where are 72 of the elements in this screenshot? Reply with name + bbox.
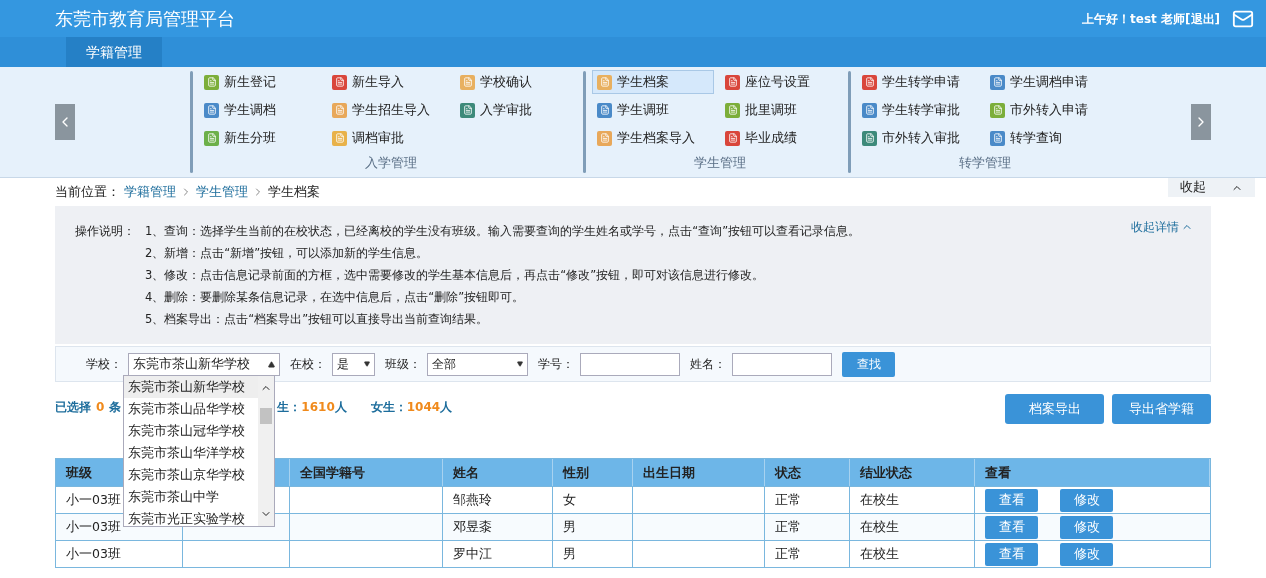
collapse-details-link[interactable]: 收起详情: [1131, 218, 1193, 236]
instruction-line: 3、修改：点击信息记录前面的方框，选中需要修改的学生基本信息后，再点击“修改”按钮，即可对该信息进行修改。: [145, 267, 766, 284]
in-school-label: 在校：: [290, 356, 326, 373]
breadcrumb-link[interactable]: 学生管理: [196, 182, 248, 202]
school-option[interactable]: 东莞市茶山冠华学校: [124, 420, 258, 442]
ribbon-menu-item[interactable]: 新生登记: [199, 70, 321, 94]
school-select[interactable]: 东莞市茶山新华学校: [128, 352, 280, 376]
ribbon-menu-item[interactable]: 学生转学申请: [857, 70, 979, 94]
table-cell: 在校生: [850, 541, 975, 567]
selected-count: 0: [96, 399, 105, 416]
breadcrumb-current: 学生档案: [268, 182, 320, 201]
instruction-line: 4、删除：要删除某条信息记录，在选中信息后，点击“删除”按钮即可。: [145, 289, 526, 306]
class-label: 班级：: [385, 356, 421, 373]
next-arrow-button[interactable]: [1191, 104, 1211, 140]
female-unit: 人: [440, 399, 453, 416]
greeting-text: 上午好！test 老师[退出]: [1082, 10, 1220, 28]
instruction-line: 5、档案导出：点击“档案导出”按钮可以直接导出当前查询结果。: [145, 311, 490, 328]
student-number-label: 学号：: [538, 356, 574, 373]
previous-arrow-button[interactable]: [55, 104, 75, 140]
nav-tab[interactable]: 学籍管理: [66, 37, 162, 67]
ribbon-menu-item[interactable]: 学生调班: [592, 98, 714, 122]
male-unit: 人: [334, 399, 347, 416]
group-label: 学生管理: [694, 154, 746, 173]
breadcrumb-label: 当前位置：: [55, 182, 120, 201]
ribbon-menu-item[interactable]: 转学查询: [985, 126, 1107, 150]
scrollbar[interactable]: [258, 376, 274, 526]
selected-label: 已选择: [55, 399, 91, 416]
ribbon-menu-item[interactable]: 学生调档: [199, 98, 321, 122]
scroll-thumb[interactable]: [260, 408, 272, 424]
table-cell: 小一03班: [56, 541, 183, 567]
female-count: 1044: [406, 399, 441, 416]
school-option[interactable]: 东莞市茶山新华学校: [124, 376, 258, 398]
ribbon-menu-item[interactable]: 市外转入审批: [857, 126, 979, 150]
school-option[interactable]: 东莞市茶山品华学校: [124, 398, 258, 420]
ribbon-menu-item[interactable]: 批里调班: [720, 98, 842, 122]
ribbon-menu-item[interactable]: 座位号设置: [720, 70, 842, 94]
name-field[interactable]: [732, 352, 832, 376]
ribbon-menu-item[interactable]: 学生调档申请: [985, 70, 1107, 94]
in-school-select[interactable]: 是: [332, 352, 375, 376]
table-cell: 罗中江: [443, 541, 553, 567]
ribbon-menu-item[interactable]: 新生导入: [327, 70, 449, 94]
ribbon-menu-item[interactable]: 市外转入申请: [985, 98, 1107, 122]
ribbon-menu-item[interactable]: 新生分班: [199, 126, 321, 150]
ribbon-menu-item[interactable]: 学校确认: [455, 70, 577, 94]
school-label: 学校：: [86, 356, 122, 373]
student-number-field[interactable]: [580, 352, 680, 376]
table-cell: 男: [553, 541, 633, 567]
triangle-down-icon: [517, 361, 523, 367]
ribbon-menu-item[interactable]: 学生转学审批: [857, 98, 979, 122]
breadcrumb-link[interactable]: 学籍管理: [124, 182, 176, 202]
name-label: 姓名：: [690, 356, 726, 373]
group-label: 转学管理: [959, 154, 1011, 173]
ribbon-menu-item[interactable]: 调档审批: [327, 126, 449, 150]
platform-title: 东莞市教育局管理平台: [55, 7, 235, 31]
table-cell: 正常: [765, 541, 850, 567]
class-select[interactable]: 全部: [427, 352, 528, 376]
instruction-line: 2、新增：点击“新增”按钮，可以添加新的学生信息。: [145, 245, 430, 262]
triangle-up-icon: [268, 360, 275, 368]
instructions-label: 操作说明：: [75, 223, 136, 240]
ribbon-menu-item[interactable]: 学生档案导入: [592, 126, 714, 150]
female-label: 女生：: [370, 399, 407, 416]
male-count: 1610: [301, 399, 335, 416]
instruction-line: 1、查询：选择学生当前的在校状态，已经离校的学生没有班级。输入需要查询的学生姓名或学号，点击“查询”按钮可以查看记录信息。: [145, 223, 861, 240]
group-label: 入学管理: [365, 154, 417, 173]
male-label: 生：: [277, 399, 302, 416]
ribbon-menu-item[interactable]: 入学审批: [455, 98, 577, 122]
collapse-tab[interactable]: 收起: [1168, 178, 1255, 197]
triangle-down-icon: [364, 361, 370, 367]
selected-unit: 条: [109, 399, 122, 416]
ribbon-menu-item[interactable]: 学生档案: [592, 70, 714, 94]
ribbon-menu-item[interactable]: 学生招生导入: [327, 98, 449, 122]
ribbon-menu-item[interactable]: 毕业成绩: [720, 126, 842, 150]
